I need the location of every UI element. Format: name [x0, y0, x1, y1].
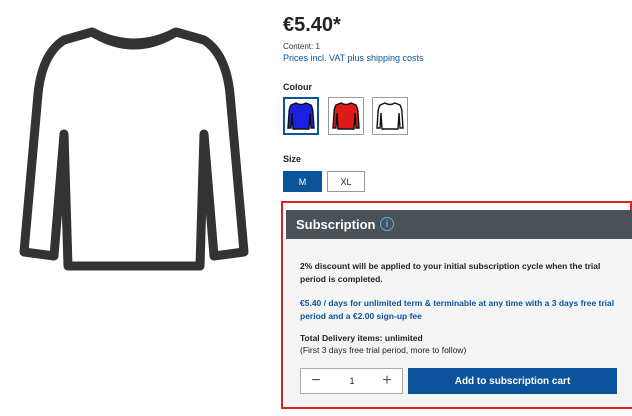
add-to-subscription-cart-button[interactable]: Add to subscription cart: [408, 368, 617, 394]
info-icon[interactable]: i: [380, 217, 394, 231]
product-image: [19, 27, 249, 271]
terms-text: €5.40 / days for unlimited term & termin…: [300, 298, 615, 321]
size-label: Size: [283, 154, 302, 164]
subscription-title: Subscription: [296, 217, 376, 232]
colour-swatch-blue[interactable]: [283, 97, 319, 135]
quantity-input[interactable]: 1: [327, 369, 377, 393]
subscription-panel: Subscription i 2% discount will be appli…: [281, 201, 632, 409]
size-option-xl[interactable]: XL: [327, 171, 365, 192]
discount-text: 2% discount will be applied to your init…: [300, 261, 601, 284]
subscription-body: 2% discount will be applied to your init…: [286, 239, 632, 407]
colour-label: Colour: [283, 82, 312, 92]
trial-period-text: (First 3 days free trial period, more to…: [300, 345, 467, 355]
subscription-header: Subscription i: [286, 210, 632, 239]
shirt-icon: [332, 102, 360, 130]
vat-shipping-link[interactable]: Prices incl. VAT plus shipping costs: [283, 53, 424, 63]
colour-swatch-red[interactable]: [328, 97, 364, 135]
quantity-minus-button[interactable]: −: [303, 369, 329, 393]
shirt-icon: [376, 102, 404, 130]
quantity-plus-button[interactable]: +: [374, 369, 400, 393]
colour-swatch-white[interactable]: [372, 97, 408, 135]
shirt-icon: [287, 102, 315, 130]
product-price: €5.40*: [283, 14, 341, 36]
product-content: Content: 1: [283, 42, 320, 51]
quantity-stepper: − 1 +: [300, 368, 403, 394]
size-option-m[interactable]: M: [283, 171, 322, 192]
